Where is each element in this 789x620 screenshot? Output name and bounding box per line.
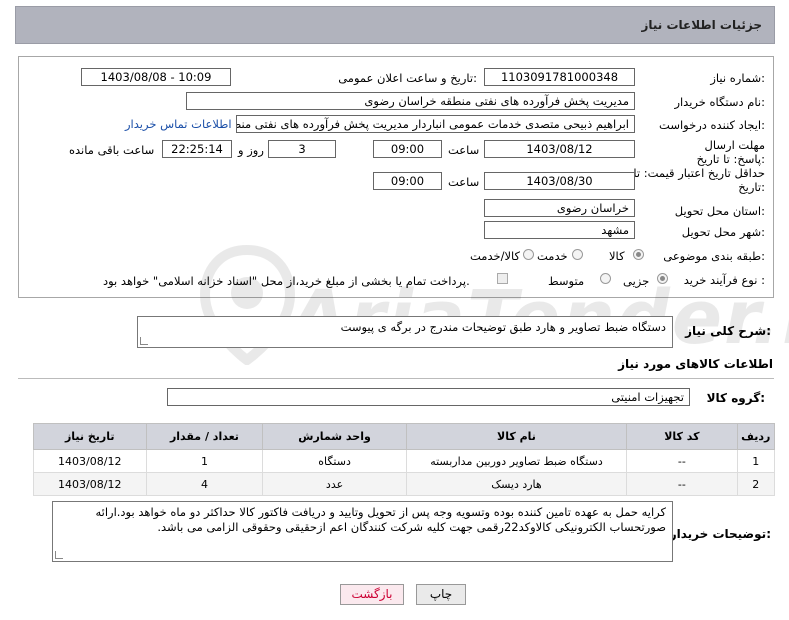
contact-info-link[interactable]: اطلاعات تماس خریدار: [125, 117, 232, 131]
goods-section-title: اطلاعات کالاهای مورد نیاز: [618, 357, 773, 371]
category-option-service: خدمت: [537, 249, 568, 263]
category-label: طبقه بندی موضوعی:: [663, 249, 765, 263]
page-title: جزئیات اطلاعات نیاز: [641, 18, 762, 32]
table-cell: هارد دیسک: [405, 472, 628, 496]
announce-label: تاریخ و ساعت اعلان عمومی:: [338, 71, 477, 85]
table-cell: عدد: [262, 472, 407, 496]
creator-field: ابراهیم ذبیحی متصدی خدمات عمومی انباردار…: [236, 115, 635, 133]
goods-group-label: گروه کالا:: [706, 391, 765, 405]
creator-label: ایجاد کننده درخواست:: [659, 118, 765, 132]
buyer-notes-field: کرایه حمل به عهده تامین کننده بوده وتسوی…: [52, 501, 673, 562]
column-header: نام کالا: [405, 423, 628, 450]
buyer-notes-label: توضیحات خریدار:: [669, 527, 771, 541]
column-header: تعداد / مقدار: [145, 423, 264, 450]
table-cell: دستگاه: [262, 449, 407, 473]
remaining-time-field: 22:25:14: [162, 140, 232, 158]
table-cell: 1403/08/12: [33, 449, 147, 473]
price-time-label: ساعت: [448, 175, 480, 189]
treasury-payment-checkbox[interactable]: [497, 273, 508, 284]
table-row: 1 -- دستگاه ضبط تصاویر دوربین مداربسته د…: [33, 449, 776, 473]
buyer-org-field: مدیریت پخش فرآورده های نفتی منطقه خراسان…: [186, 92, 635, 110]
table-cell: --: [626, 449, 738, 473]
treasury-payment-note: پرداخت تمام یا بخشی از مبلغ خرید،از محل …: [103, 274, 470, 288]
table-cell: --: [626, 472, 738, 496]
category-option-goods: کالا: [609, 249, 625, 263]
buyer-notes-text: کرایه حمل به عهده تامین کننده بوده وتسوی…: [95, 505, 666, 534]
table-cell: 1: [736, 449, 776, 473]
reply-time-field: 09:00: [373, 140, 442, 158]
table-row: 2 -- هارد دیسک عدد 4 1403/08/12: [33, 472, 776, 496]
back-button[interactable]: بازگشت: [340, 584, 404, 605]
province-label: استان محل تحویل:: [674, 204, 765, 218]
price-date-field: 1403/08/30: [484, 172, 635, 190]
column-header: تاریخ نیاز: [33, 423, 147, 450]
print-button[interactable]: چاپ: [416, 584, 466, 605]
general-desc-label: شرح کلی نیاز:: [685, 324, 771, 338]
process-option-medium: متوسط: [548, 274, 585, 288]
buyer-org-label: نام دستگاه خریدار:: [674, 95, 765, 109]
table-cell: 2: [736, 472, 776, 496]
column-header: واحد شمارش: [262, 423, 407, 450]
general-desc-text: دستگاه ضبط تصاویر و هارد طبق توضیحات مند…: [340, 320, 666, 334]
price-time-field: 09:00: [373, 172, 442, 190]
category-radio-goods[interactable]: [633, 249, 644, 260]
remaining-label: ساعت باقی مانده: [69, 143, 155, 157]
goods-table: ردیف کد کالا نام کالا واحد شمارش تعداد /…: [33, 423, 776, 496]
resize-handle-icon[interactable]: [55, 551, 63, 559]
city-label: شهر محل تحویل:: [681, 225, 765, 239]
section-divider: [18, 378, 774, 379]
process-radio-medium[interactable]: [600, 273, 611, 284]
need-number-label: شماره نیاز:: [710, 71, 765, 85]
category-option-goods-service: کالا/خدمت: [470, 249, 521, 263]
table-cell: 4: [145, 472, 264, 496]
page-header: جزئیات اطلاعات نیاز: [15, 6, 775, 44]
price-validity-label: حداقل تاریخ اعتبار قیمت: تا تاریخ:: [633, 166, 765, 194]
announce-datetime-field: 1403/08/08 - 10:09: [81, 68, 231, 86]
days-count-field: 3: [268, 140, 336, 158]
column-header: کد کالا: [626, 423, 738, 450]
resize-handle-icon[interactable]: [140, 337, 148, 345]
reply-time-label: ساعت: [448, 143, 480, 157]
goods-table-header: ردیف کد کالا نام کالا واحد شمارش تعداد /…: [33, 423, 776, 450]
process-label: نوع فرآیند خرید :: [683, 273, 765, 287]
province-field: خراسان رضوی: [484, 199, 635, 217]
table-cell: 1: [145, 449, 264, 473]
city-field: مشهد: [484, 221, 635, 239]
column-header: ردیف: [736, 423, 776, 450]
days-label: روز و: [238, 143, 264, 157]
category-radio-service[interactable]: [572, 249, 583, 260]
reply-deadline-label: مهلت ارسال پاسخ: تا تاریخ:: [696, 138, 765, 166]
reply-date-field: 1403/08/12: [484, 140, 635, 158]
need-number-field: 1103091781000348: [484, 68, 635, 86]
general-desc-field: دستگاه ضبط تصاویر و هارد طبق توضیحات مند…: [137, 316, 673, 348]
category-radio-goods-service[interactable]: [523, 249, 534, 260]
process-option-minor: جزیی: [623, 274, 650, 288]
goods-group-field: تجهیزات امنیتی: [167, 388, 690, 406]
process-radio-minor[interactable]: [657, 273, 668, 284]
table-cell: 1403/08/12: [33, 472, 147, 496]
table-cell: دستگاه ضبط تصاویر دوربین مداربسته: [405, 449, 628, 473]
